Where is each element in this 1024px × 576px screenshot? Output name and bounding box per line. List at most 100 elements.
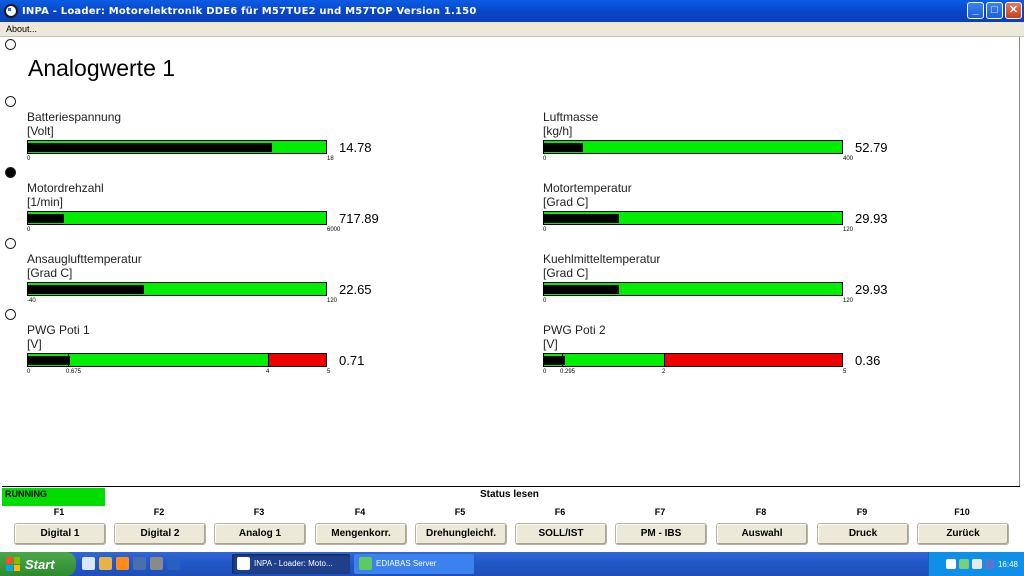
gauge-label: Luftmasse xyxy=(543,110,599,124)
digital-1-button[interactable]: Digital 1 xyxy=(14,523,106,545)
status-divider xyxy=(2,486,1020,487)
gauge-ansauglufttemperatur: Ansauglufttemperatur [Grad C] 22.65 -40 … xyxy=(27,252,407,316)
maximize-button[interactable]: □ xyxy=(986,2,1003,19)
windows-logo-icon xyxy=(6,557,20,571)
soll-ist-button[interactable]: SOLL/IST xyxy=(515,523,607,545)
close-button[interactable]: ✕ xyxy=(1005,2,1022,19)
title-bar: INPA - Loader: Motorelektronik DDE6 für … xyxy=(0,0,1024,22)
gauge-lower-limit: 0.295 xyxy=(560,369,576,375)
minimize-button[interactable]: _ xyxy=(967,2,984,19)
gauge-unit: [1/min] xyxy=(27,195,64,209)
menu-about[interactable]: About... xyxy=(6,24,37,34)
gauge-value: 52.79 xyxy=(855,140,888,155)
page-heading: Analogwerte 1 xyxy=(28,55,176,81)
gauge-unit: [Grad C] xyxy=(543,195,589,209)
fkey-f4-label: F4 xyxy=(354,507,366,517)
analog-1-button[interactable]: Analog 1 xyxy=(214,523,306,545)
gauge-unit: [V] xyxy=(27,337,42,351)
drehungleichf-button[interactable]: Drehungleichf. xyxy=(415,523,507,545)
gauge-fill xyxy=(544,285,619,294)
gauge-max: 18 xyxy=(327,156,334,162)
screen-radio-1[interactable] xyxy=(5,39,16,50)
menu-bar: About... xyxy=(0,22,1024,37)
gauge-unit: [Grad C] xyxy=(27,266,73,280)
gauge-min: 0 xyxy=(543,369,547,375)
start-label: Start xyxy=(25,556,55,572)
gauge-fill xyxy=(544,356,566,365)
tray-icon[interactable] xyxy=(958,559,969,569)
running-indicator: RUNNING xyxy=(2,488,105,506)
screen-radio-2[interactable] xyxy=(5,96,16,107)
gauge-fill xyxy=(28,285,145,294)
screen-radio-5[interactable] xyxy=(5,309,16,320)
gauge-bar xyxy=(27,140,327,154)
gauge-pwg-poti-1: PWG Poti 1 [V] 0.71 0 0.675 4 5 xyxy=(27,323,407,387)
gauge-bar xyxy=(27,211,327,225)
folder-icon[interactable] xyxy=(99,557,112,570)
gauge-unit: [kg/h] xyxy=(543,124,573,138)
fkey-f7-label: F7 xyxy=(654,507,666,517)
gauge-out-of-range-zone xyxy=(268,354,326,366)
quick-launch xyxy=(82,557,180,570)
start-button[interactable]: Start xyxy=(0,552,76,576)
gauge-value: 29.93 xyxy=(855,211,888,226)
gauge-label: Motortemperatur xyxy=(543,181,632,195)
auswahl-button[interactable]: Auswahl xyxy=(716,523,808,545)
tray-icon[interactable] xyxy=(945,559,956,569)
gauge-bar xyxy=(543,140,843,154)
gauge-value: 29.93 xyxy=(855,282,888,297)
gauge-bar xyxy=(27,282,327,296)
gauge-min: 0 xyxy=(27,369,31,375)
gauge-label: Kuehlmitteltemperatur xyxy=(543,252,661,266)
fkey-f1-label: F1 xyxy=(53,507,65,517)
gauge-max: 5 xyxy=(843,369,847,375)
tray-icon[interactable] xyxy=(984,559,995,569)
gauge-upper-limit: 4 xyxy=(266,369,270,375)
fkey-f2-label: F2 xyxy=(153,507,165,517)
screen-radio-4[interactable] xyxy=(5,238,16,249)
pm-ibs-button[interactable]: PM - IBS xyxy=(615,523,707,545)
window-title: INPA - Loader: Motorelektronik DDE6 für … xyxy=(22,5,477,17)
gauge-label: PWG Poti 1 xyxy=(27,323,90,337)
digital-2-button[interactable]: Digital 2 xyxy=(114,523,206,545)
gauge-max: 5 xyxy=(327,369,331,375)
gauge-unit: [V] xyxy=(543,337,558,351)
gauge-value: 22.65 xyxy=(339,282,372,297)
fkey-f3-label: F3 xyxy=(253,507,265,517)
taskbar-item-inpa[interactable]: INPA - Loader: Moto... xyxy=(232,554,350,574)
mengenkorr-button[interactable]: Mengenkorr. xyxy=(315,523,407,545)
gauge-fill xyxy=(28,356,71,365)
bmw-icon[interactable] xyxy=(167,557,180,570)
tray-icon[interactable] xyxy=(971,559,982,569)
gauge-unit: [Volt] xyxy=(27,124,54,138)
gauge-max: 120 xyxy=(843,298,854,304)
druck-button[interactable]: Druck xyxy=(817,523,909,545)
gauge-fill xyxy=(28,143,273,152)
inpa-task-icon xyxy=(237,557,250,570)
gauge-bar xyxy=(543,282,843,296)
ediabas-task-icon xyxy=(359,557,372,570)
taskbar: Start INPA - Loader: Moto... EDIABAS Ser… xyxy=(0,552,1024,576)
gauge-min: -40 xyxy=(27,298,36,304)
app-icon[interactable] xyxy=(150,557,163,570)
taskbar-item-ediabas[interactable]: EDIABAS Server xyxy=(354,554,474,574)
fkey-f6-label: F6 xyxy=(554,507,566,517)
firefox-icon[interactable] xyxy=(116,557,129,570)
gauge-out-of-range-zone xyxy=(664,354,842,366)
gauge-pwg-poti-2: PWG Poti 2 [V] 0.36 0 0.295 2 5 xyxy=(543,323,923,387)
gauge-label: Batteriespannung xyxy=(27,110,122,124)
taskbar-item-label: INPA - Loader: Moto... xyxy=(254,559,333,568)
show-desktop-icon[interactable] xyxy=(82,557,95,570)
gauge-kuehlmitteltemperatur: Kuehlmitteltemperatur [Grad C] 29.93 0 1… xyxy=(543,252,923,316)
gauge-motortemperatur: Motortemperatur [Grad C] 29.93 0 120 xyxy=(543,181,923,245)
zurueck-button[interactable]: Zurück xyxy=(917,523,1009,545)
gauge-label: PWG Poti 2 xyxy=(543,323,606,337)
screen-radio-3[interactable] xyxy=(5,167,16,178)
gauge-bar xyxy=(543,353,843,367)
gauge-fill xyxy=(544,214,619,223)
inpa-app-icon[interactable] xyxy=(4,4,18,18)
media-icon[interactable] xyxy=(133,557,146,570)
gauge-bar xyxy=(543,211,843,225)
gauge-motordrehzahl: Motordrehzahl [1/min] 717.89 0 6000 xyxy=(27,181,407,245)
gauge-lower-limit: 0.675 xyxy=(66,369,82,375)
